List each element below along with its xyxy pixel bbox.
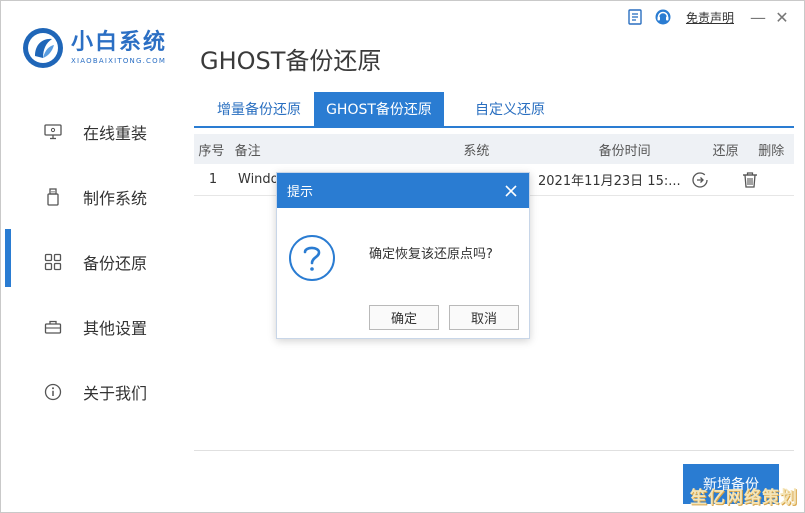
tab-ghost-backup[interactable]: GHOST备份还原 <box>314 92 444 126</box>
sidebar-item-label: 关于我们 <box>83 383 148 403</box>
dialog-close-button[interactable] <box>501 181 521 201</box>
logo-icon <box>23 28 63 68</box>
sidebar-item-backup-restore[interactable]: 备份还原 <box>1 229 191 294</box>
confirm-dialog: 提示 确定恢复该还原点吗? 确定 取消 <box>276 172 530 339</box>
support-icon[interactable] <box>652 7 674 27</box>
header-restore: 还原 <box>712 143 739 159</box>
dialog-header: 提示 <box>277 173 529 208</box>
sidebar-item-other-settings[interactable]: 其他设置 <box>1 294 191 359</box>
monitor-icon <box>43 122 63 142</box>
tab-incremental-backup[interactable]: 增量备份还原 <box>204 92 314 126</box>
header-note: 备注 <box>234 143 261 159</box>
sidebar-item-about-us[interactable]: 关于我们 <box>1 359 191 424</box>
app-logo: 小白系统 XIAOBAIXITONG.COM <box>21 26 167 70</box>
app-window: 免责声明 — ✕ 小白系统 XIAOBAIXITONG.COM GHOST备份还… <box>0 0 805 513</box>
info-icon <box>43 382 63 402</box>
footer-divider <box>194 450 794 451</box>
restore-button[interactable] <box>675 171 725 189</box>
header-system: 系统 <box>463 143 490 159</box>
tab-custom-restore[interactable]: 自定义还原 <box>450 92 570 126</box>
logo-name-cn: 小白系统 <box>71 30 168 55</box>
dialog-message: 确定恢复该还原点吗? <box>369 247 493 262</box>
watermark-text: 笙亿网络策划 <box>690 488 798 508</box>
sidebar-item-label: 其他设置 <box>83 318 148 338</box>
sidebar-item-label: 在线重装 <box>83 123 148 143</box>
trash-icon <box>743 171 757 188</box>
dialog-cancel-button[interactable]: 取消 <box>449 305 519 330</box>
toolbox-icon <box>43 317 63 337</box>
dialog-title: 提示 <box>287 185 314 200</box>
header-time: 备份时间 <box>598 143 651 159</box>
table-header: 序号 备注 系统 备份时间 还原 删除 <box>194 134 794 164</box>
sidebar-item-label: 制作系统 <box>83 188 148 208</box>
header-delete: 删除 <box>758 143 785 159</box>
sidebar-item-label: 备份还原 <box>83 253 148 273</box>
close-window-button[interactable]: ✕ <box>770 7 794 27</box>
grid-icon <box>43 252 63 272</box>
restore-icon <box>692 171 708 188</box>
row-time: 2021年11月23日 15:... <box>538 174 681 189</box>
row-seq: 1 <box>208 172 218 187</box>
page-title: GHOST备份还原 <box>200 47 382 75</box>
close-icon <box>505 184 517 197</box>
header-seq: 序号 <box>198 143 225 159</box>
tab-bar: 增量备份还原 GHOST备份还原 自定义还原 <box>194 92 794 128</box>
logo-name-en: XIAOBAIXITONG.COM <box>71 57 167 65</box>
delete-button[interactable] <box>725 171 775 189</box>
minimize-button[interactable]: — <box>746 7 770 27</box>
dialog-ok-button[interactable]: 确定 <box>369 305 439 330</box>
sidebar-item-make-system[interactable]: 制作系统 <box>1 164 191 229</box>
feedback-icon[interactable] <box>624 7 646 27</box>
sidebar: 在线重装 制作系统 备份还原 其他设置 关于我们 <box>1 99 191 424</box>
usb-drive-icon <box>43 187 63 207</box>
question-icon <box>289 235 335 281</box>
disclaimer-link[interactable]: 免责声明 <box>686 9 734 26</box>
title-bar-controls: 免责声明 — ✕ <box>624 7 794 27</box>
dialog-body: 确定恢复该还原点吗? <box>277 208 529 298</box>
sidebar-item-online-reinstall[interactable]: 在线重装 <box>1 99 191 164</box>
